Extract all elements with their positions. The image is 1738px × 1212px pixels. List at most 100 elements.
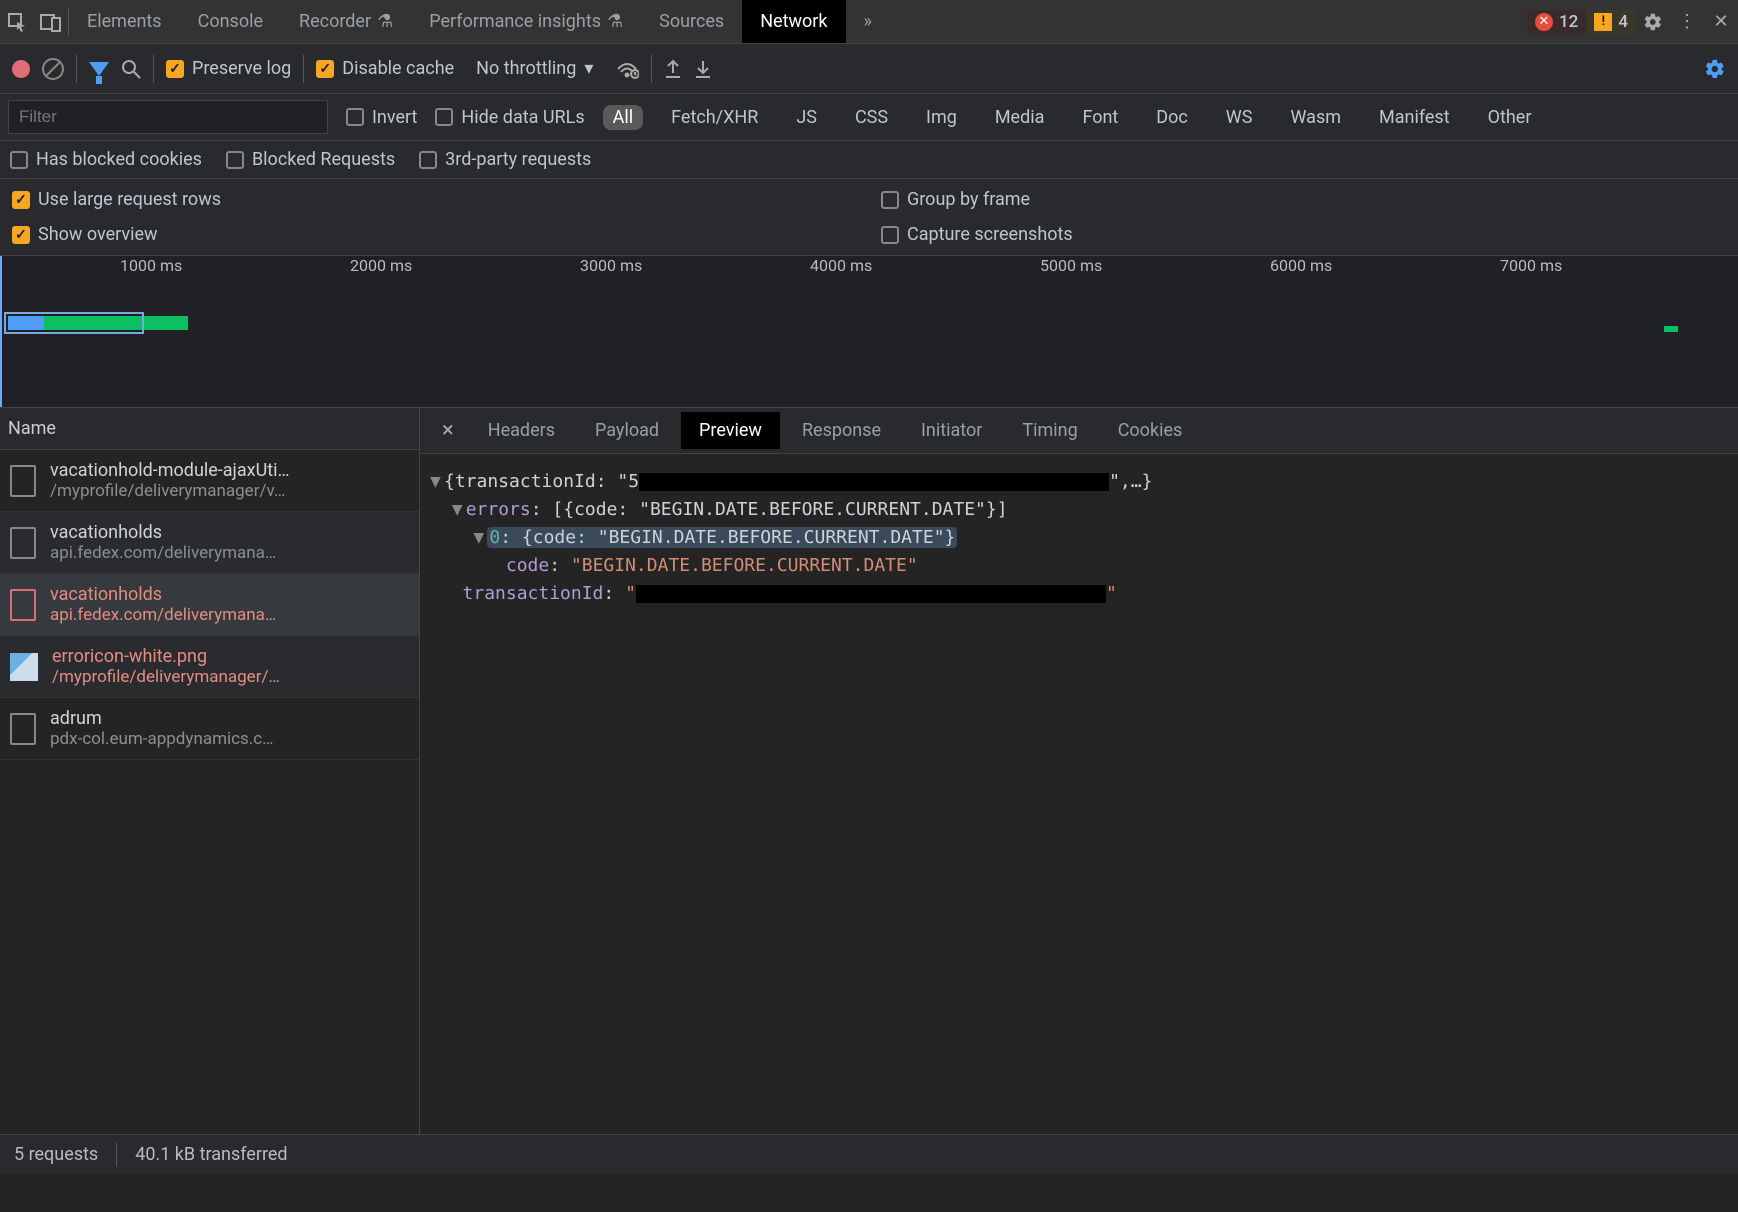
status-bar: 5 requests 40.1 kB transferred bbox=[0, 1134, 1738, 1174]
clear-button[interactable] bbox=[42, 58, 64, 80]
tab-headers[interactable]: Headers bbox=[470, 412, 573, 449]
json-preview[interactable]: ▼{transactionId: "5",…} ▼errors: [{code:… bbox=[420, 454, 1738, 621]
request-row[interactable]: vacationhold-module-ajaxUti…/myprofile/d… bbox=[0, 450, 419, 512]
filter-type-ws[interactable]: WS bbox=[1216, 105, 1263, 130]
blocked-req-label: Blocked Requests bbox=[252, 149, 395, 170]
request-name: vacationholds bbox=[50, 522, 276, 543]
tab-console[interactable]: Console bbox=[180, 0, 281, 43]
more-tabs-icon[interactable]: » bbox=[846, 0, 890, 43]
network-settings-icon[interactable] bbox=[1704, 58, 1726, 80]
separator bbox=[116, 1143, 117, 1167]
document-icon bbox=[10, 465, 36, 497]
network-split: Name vacationhold-module-ajaxUti…/myprof… bbox=[0, 408, 1738, 1134]
capture-screenshots-checkbox[interactable]: Capture screenshots bbox=[881, 224, 1726, 245]
json-string: " bbox=[625, 583, 636, 604]
timeline-selection[interactable] bbox=[4, 312, 144, 334]
show-overview-checkbox[interactable]: Show overview bbox=[12, 224, 857, 245]
request-name: vacationholds bbox=[50, 584, 276, 605]
large-rows-checkbox[interactable]: Use large request rows bbox=[12, 189, 857, 210]
request-path: api.fedex.com/deliverymana… bbox=[50, 605, 276, 625]
filter-type-font[interactable]: Font bbox=[1072, 105, 1128, 130]
tab-cookies[interactable]: Cookies bbox=[1100, 412, 1201, 449]
download-har-icon[interactable] bbox=[694, 59, 712, 79]
close-detail-icon[interactable]: × bbox=[430, 418, 466, 443]
detail-tabs: × Headers Payload Preview Response Initi… bbox=[420, 408, 1738, 454]
tab-recorder-label: Recorder bbox=[299, 11, 371, 32]
warning-count-badge[interactable]: ! 4 bbox=[1586, 10, 1636, 34]
filter-type-all[interactable]: All bbox=[603, 105, 644, 130]
preserve-log-checkbox[interactable]: Preserve log bbox=[166, 58, 291, 79]
request-path: /myprofile/deliverymanager/… bbox=[52, 667, 280, 687]
tab-response[interactable]: Response bbox=[784, 412, 899, 449]
filter-toggle-icon[interactable] bbox=[89, 62, 109, 76]
json-key: errors bbox=[466, 499, 531, 520]
upload-har-icon[interactable] bbox=[664, 59, 682, 79]
status-transferred: 40.1 kB transferred bbox=[135, 1144, 287, 1165]
group-by-frame-checkbox[interactable]: Group by frame bbox=[881, 189, 1726, 210]
error-count-badge[interactable]: ✕ 12 bbox=[1527, 10, 1586, 34]
request-row[interactable]: vacationholdsapi.fedex.com/deliverymana… bbox=[0, 574, 419, 636]
throttling-select[interactable]: No throttling▾ bbox=[466, 54, 603, 83]
request-row[interactable]: vacationholdsapi.fedex.com/deliverymana… bbox=[0, 512, 419, 574]
json-index: 0 bbox=[489, 527, 500, 548]
filter-type-fetch[interactable]: Fetch/XHR bbox=[661, 105, 768, 130]
separator bbox=[76, 55, 77, 83]
timeline-tick: 6000 ms bbox=[1270, 256, 1332, 275]
tab-recorder[interactable]: Recorder ⚗ bbox=[281, 0, 411, 43]
tab-timing[interactable]: Timing bbox=[1004, 412, 1095, 449]
document-icon bbox=[10, 713, 36, 745]
image-icon bbox=[10, 653, 38, 681]
chevron-down-icon: ▾ bbox=[584, 58, 593, 79]
flask-icon: ⚗ bbox=[607, 11, 623, 32]
request-row[interactable]: erroricon-white.png/myprofile/deliveryma… bbox=[0, 636, 419, 698]
request-row[interactable]: adrumpdx-col.eum-appdynamics.c… bbox=[0, 698, 419, 760]
tab-elements[interactable]: Elements bbox=[69, 0, 180, 43]
invert-checkbox[interactable]: Invert bbox=[346, 107, 417, 128]
third-party-checkbox[interactable]: 3rd-party requests bbox=[419, 149, 591, 170]
document-icon bbox=[10, 589, 36, 621]
blocked-requests-checkbox[interactable]: Blocked Requests bbox=[226, 149, 395, 170]
request-detail: × Headers Payload Preview Response Initi… bbox=[420, 408, 1738, 1134]
group-frame-label: Group by frame bbox=[907, 189, 1030, 210]
filter-type-img[interactable]: Img bbox=[916, 105, 967, 130]
timeline-overview[interactable]: 1000 ms 2000 ms 3000 ms 4000 ms 5000 ms … bbox=[0, 256, 1738, 408]
filter-input[interactable] bbox=[8, 100, 328, 134]
tab-payload[interactable]: Payload bbox=[577, 412, 677, 449]
request-path: pdx-col.eum-appdynamics.c… bbox=[50, 729, 274, 749]
gear-icon[interactable] bbox=[1636, 0, 1670, 44]
tab-network[interactable]: Network bbox=[742, 0, 845, 43]
tab-preview[interactable]: Preview bbox=[681, 412, 780, 449]
filter-type-wasm[interactable]: Wasm bbox=[1280, 105, 1351, 130]
tab-perf-insights[interactable]: Performance insights ⚗ bbox=[411, 0, 641, 43]
kebab-menu-icon[interactable]: ⋮ bbox=[1670, 0, 1704, 44]
tab-initiator[interactable]: Initiator bbox=[903, 412, 1000, 449]
large-rows-label: Use large request rows bbox=[38, 189, 221, 210]
json-value: {code: "BEGIN.DATE.BEFORE.CURRENT.DATE"} bbox=[522, 527, 955, 548]
request-list-header[interactable]: Name bbox=[0, 408, 419, 450]
tab-perf-label: Performance insights bbox=[429, 11, 601, 32]
filter-type-media[interactable]: Media bbox=[985, 105, 1055, 130]
disable-cache-label: Disable cache bbox=[342, 58, 454, 79]
inspect-icon[interactable] bbox=[0, 0, 34, 44]
status-requests: 5 requests bbox=[14, 1144, 98, 1165]
close-icon[interactable]: ✕ bbox=[1704, 0, 1738, 44]
hide-data-urls-checkbox[interactable]: Hide data URLs bbox=[435, 107, 584, 128]
request-path: /myprofile/deliverymanager/v… bbox=[50, 481, 290, 501]
tab-sources[interactable]: Sources bbox=[641, 0, 742, 43]
disable-cache-checkbox[interactable]: Disable cache bbox=[316, 58, 454, 79]
filter-type-css[interactable]: CSS bbox=[845, 105, 898, 130]
flask-icon: ⚗ bbox=[377, 11, 393, 32]
search-icon[interactable] bbox=[121, 59, 141, 79]
network-conditions-icon[interactable] bbox=[615, 59, 639, 79]
filter-type-doc[interactable]: Doc bbox=[1146, 105, 1198, 130]
separator bbox=[303, 55, 304, 83]
timeline-bar bbox=[1664, 326, 1678, 332]
filter-type-other[interactable]: Other bbox=[1478, 105, 1542, 130]
record-button[interactable] bbox=[12, 60, 30, 78]
json-value: [{code: "BEGIN.DATE.BEFORE.CURRENT.DATE"… bbox=[552, 499, 1007, 520]
has-blocked-cookies-checkbox[interactable]: Has blocked cookies bbox=[10, 149, 202, 170]
filter-type-js[interactable]: JS bbox=[786, 105, 827, 130]
filter-type-manifest[interactable]: Manifest bbox=[1369, 105, 1460, 130]
device-toggle-icon[interactable] bbox=[34, 0, 68, 44]
timeline-tick: 3000 ms bbox=[580, 256, 642, 275]
